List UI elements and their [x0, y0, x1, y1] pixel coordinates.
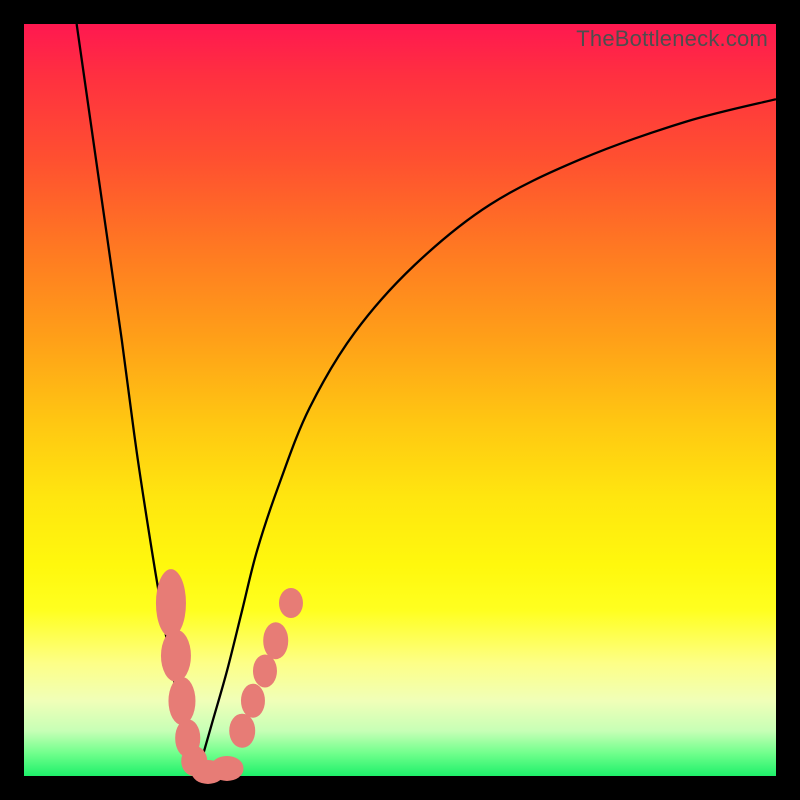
- curve-svg: [24, 24, 776, 776]
- marker-bead: [156, 569, 186, 637]
- marker-bead: [241, 684, 265, 719]
- marker-bead: [168, 677, 195, 725]
- marker-bead: [229, 714, 255, 749]
- plot-area: TheBottleneck.com: [24, 24, 776, 776]
- marker-bead: [210, 756, 243, 780]
- marker-bead: [161, 629, 191, 682]
- curve-right-branch: [197, 99, 776, 776]
- marker-bead: [279, 588, 303, 618]
- marker-bead: [263, 622, 289, 660]
- chart-frame: TheBottleneck.com: [0, 0, 800, 800]
